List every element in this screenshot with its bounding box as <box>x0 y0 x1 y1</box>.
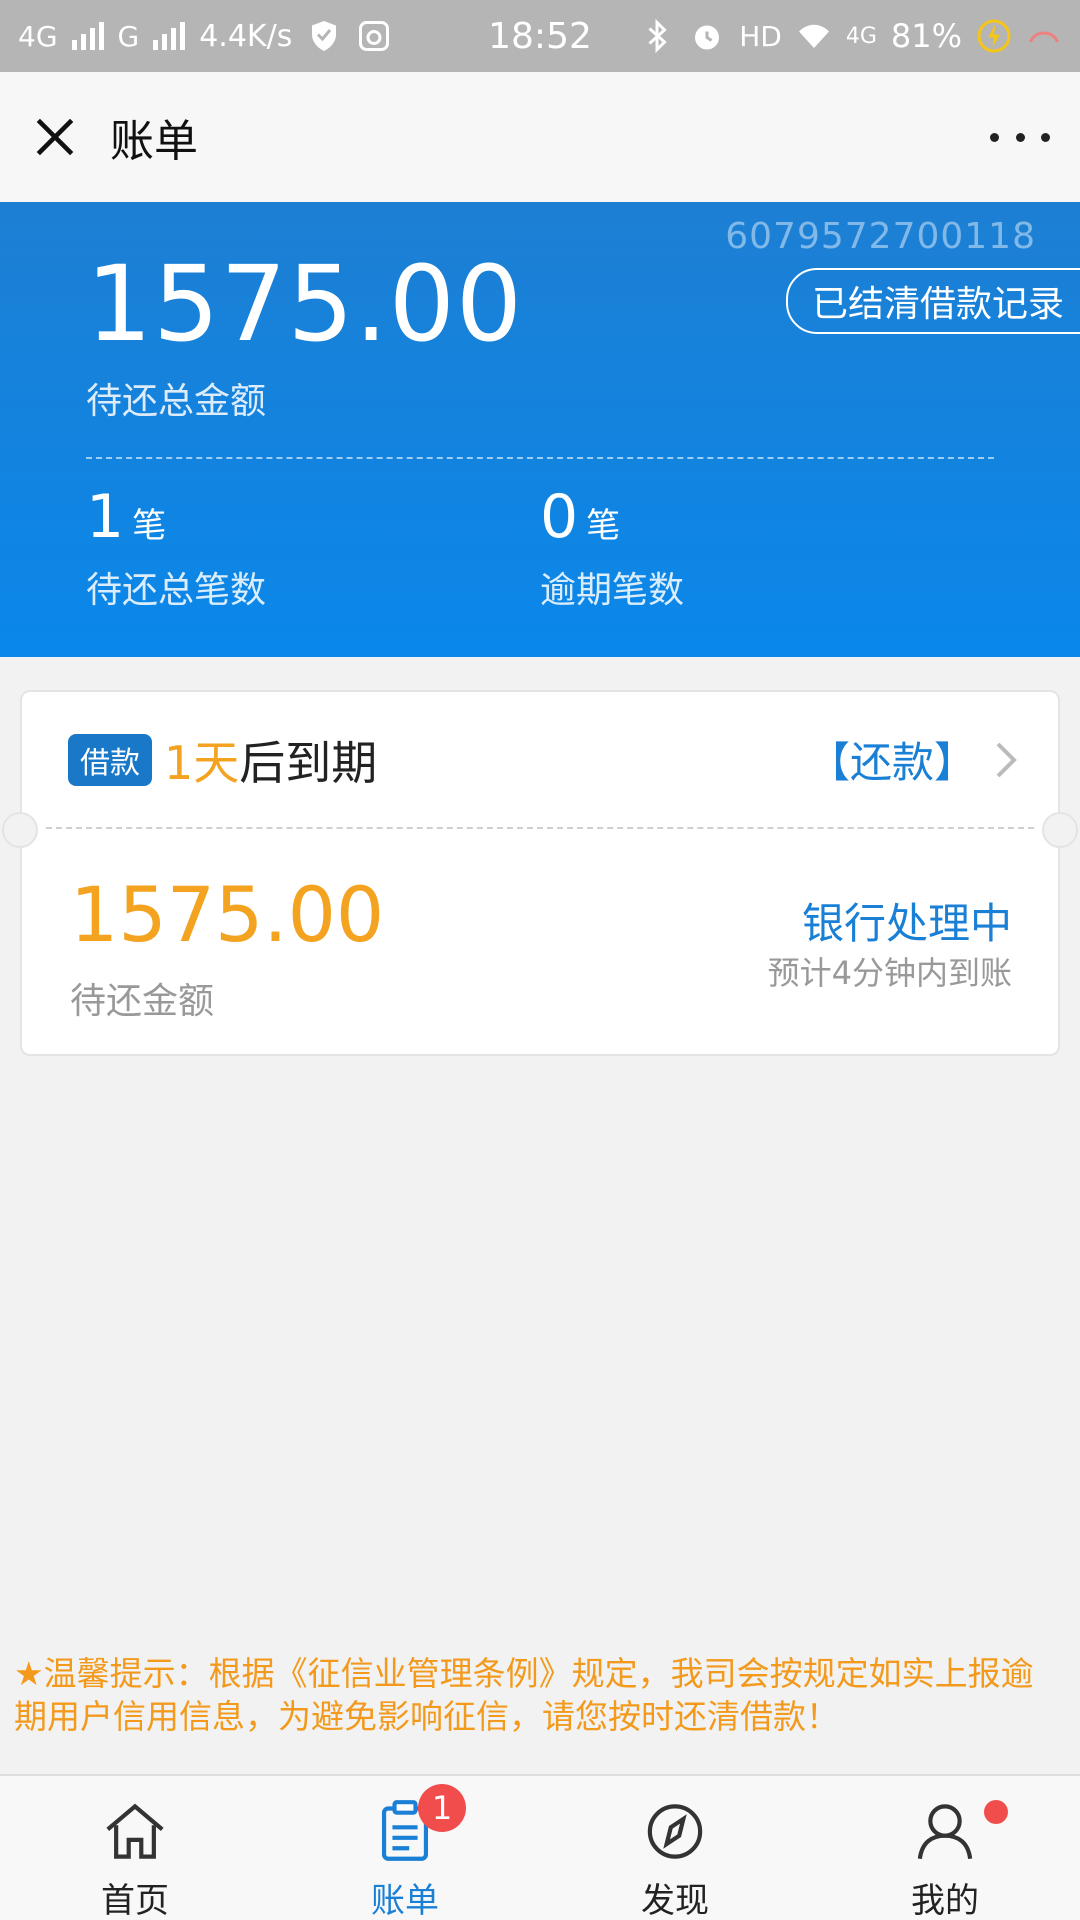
overdue-count: 0 <box>540 482 579 552</box>
card-notch-right <box>1042 812 1078 848</box>
tab-me[interactable]: 我的 <box>810 1776 1080 1920</box>
total-due-label: 待还总金额 <box>86 381 267 422</box>
account-number: 6079572700118 <box>725 216 1036 257</box>
status-bar: 4G G 4.4K/s 18:52 HD 4G 81% <box>0 0 1080 72</box>
loan-due-amount: 1575.00 <box>70 870 385 959</box>
nav-header: 账单 <box>0 72 1080 202</box>
card-separator <box>2 812 1078 848</box>
warm-reminder-notice: ★温馨提示：根据《征信业管理条例》规定，我司会按规定如实上报逾期用户信用信息，为… <box>14 1654 1034 1736</box>
loan-card-header: 借款 1天 后到期 【还款】 <box>22 692 1058 827</box>
settled-loans-button[interactable]: 已结清借款记录 <box>785 268 1080 334</box>
shield-icon <box>312 21 337 51</box>
tab-me-label: 我的 <box>911 1881 979 1920</box>
close-icon[interactable] <box>30 112 80 162</box>
tab-bill-label: 账单 <box>371 1881 439 1920</box>
signal-icon <box>71 22 104 50</box>
pending-unit: 笔 <box>132 506 167 546</box>
pending-count-label: 待还总笔数 <box>86 570 267 611</box>
tab-discover[interactable]: 发现 <box>540 1776 810 1920</box>
clock: 18:52 <box>488 15 592 57</box>
loan-due-label: 待还金额 <box>70 981 215 1022</box>
charging-icon <box>977 19 1011 53</box>
home-icon <box>106 1803 164 1859</box>
chevron-right-icon <box>996 742 1017 777</box>
repay-button[interactable]: 【还款】 <box>808 729 1018 790</box>
tab-discover-label: 发现 <box>641 1881 709 1920</box>
hd-label: HD <box>739 19 782 53</box>
tab-home-label: 首页 <box>101 1881 169 1920</box>
tab-home[interactable]: 首页 <box>0 1776 270 1920</box>
overdue-count-stat: 0笔 逾期笔数 <box>540 487 684 613</box>
overdue-unit: 笔 <box>586 506 621 546</box>
loan-tag: 借款 <box>68 733 152 786</box>
more-options-icon[interactable] <box>990 117 1050 157</box>
app-notification-icon <box>359 21 390 51</box>
loan-status-detail: 预计4分钟内到账 <box>767 954 1012 992</box>
user-icon <box>917 1804 973 1860</box>
compass-icon <box>647 1804 703 1859</box>
pending-count: 1 <box>86 482 125 552</box>
loan-status: 银行处理中 <box>801 899 1012 948</box>
bill-badge: 1 <box>418 1784 466 1832</box>
me-notification-dot <box>984 1800 1008 1824</box>
alarm-icon <box>695 25 720 50</box>
battery-icon <box>1029 31 1059 43</box>
network-g-label: G <box>117 19 140 53</box>
loan-card[interactable]: 借款 1天 后到期 【还款】 1575.00 待还金额 银行处理中 预计4分钟内到… <box>2 690 1078 1056</box>
wifi-icon <box>798 24 829 48</box>
page-title: 账单 <box>110 116 198 167</box>
summary-divider <box>86 457 994 459</box>
total-due-amount: 1575.00 <box>86 243 524 365</box>
page: 4G G 4.4K/s 18:52 HD 4G 81% 账单 607957270… <box>0 0 1080 1920</box>
network-type-label: 4G <box>18 19 58 53</box>
net-speed: 4.4K/s <box>199 18 293 54</box>
overdue-count-label: 逾期笔数 <box>540 570 685 611</box>
network-type-right: 4G <box>845 23 877 49</box>
due-text: 后到期 <box>239 735 378 790</box>
due-days: 1天 <box>164 735 240 790</box>
battery-percent: 81% <box>890 17 962 55</box>
bluetooth-icon <box>648 18 667 54</box>
signal-icon-2 <box>153 22 186 50</box>
repay-label: 【还款】 <box>807 738 976 787</box>
bottom-tab-bar: 首页 1 账单 发现 我的 <box>0 1774 1080 1920</box>
card-notch-left <box>2 812 38 848</box>
bill-summary-panel: 6079572700118 已结清借款记录 1575.00 待还总金额 1笔 待… <box>0 202 1080 657</box>
tab-bill[interactable]: 1 账单 <box>270 1776 540 1920</box>
pending-count-stat: 1笔 待还总笔数 <box>86 487 266 613</box>
